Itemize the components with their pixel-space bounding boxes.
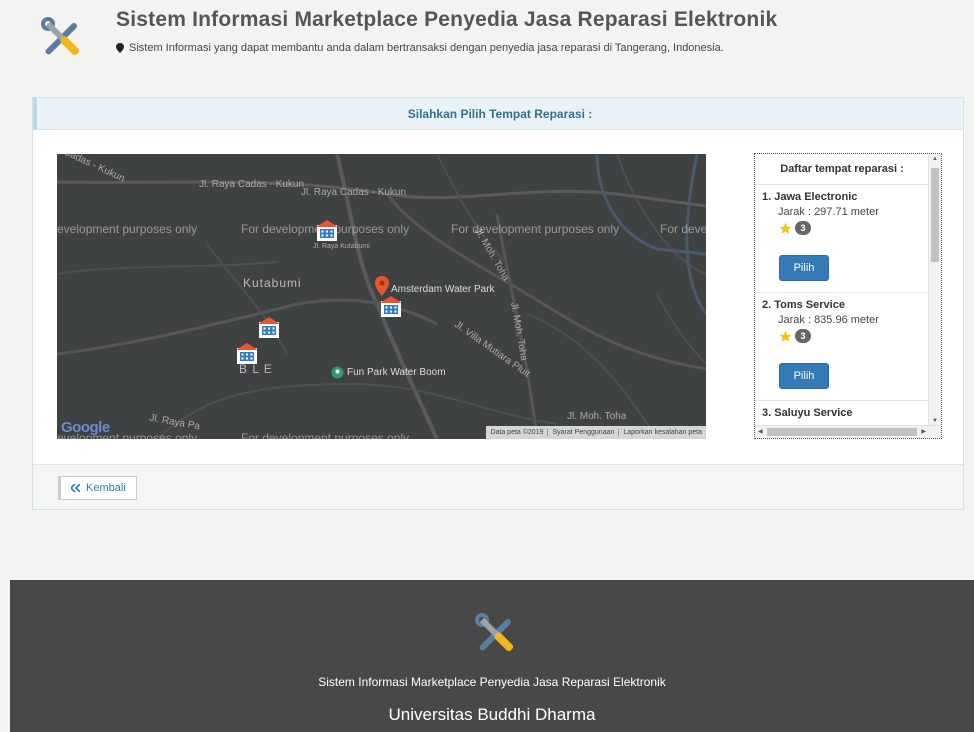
list-vertical-scrollbar[interactable]: ▲ ▼ xyxy=(928,154,941,426)
map-marker-icon xyxy=(116,43,124,53)
rating-badge: 3 xyxy=(795,221,811,235)
shop-name: 1. Jawa Electronic xyxy=(762,191,858,203)
shop-rating: 3 xyxy=(779,329,929,343)
repair-shop-marker-icon[interactable] xyxy=(316,220,338,242)
site-title: Sistem Informasi Marketplace Penyedia Ja… xyxy=(116,8,778,31)
panel-heading: Silahkan Pilih Tempat Reparasi : xyxy=(33,98,963,130)
footer-title: Sistem Informasi Marketplace Penyedia Ja… xyxy=(318,675,666,689)
repair-shop-marker-icon[interactable] xyxy=(380,296,402,318)
list-heading: Daftar tempat reparasi : xyxy=(755,154,929,185)
repair-shop-marker-icon[interactable] xyxy=(258,317,280,339)
map-report-link[interactable]: Laporkan kesalahan peta xyxy=(618,429,706,436)
map-view[interactable]: Cadas - Kukun Jl. Raya Cadas - Kukun Jl.… xyxy=(57,154,706,439)
scroll-right-arrow-icon[interactable]: ▶ xyxy=(921,428,926,435)
list-item: 1. Jawa Electronic Jarak : 297.71 meter … xyxy=(755,185,929,293)
scroll-left-arrow-icon[interactable]: ◀ xyxy=(758,428,763,435)
scrollbar-thumb[interactable] xyxy=(931,168,939,262)
select-shop-button[interactable]: Pilih xyxy=(779,255,829,281)
subtitle-text: Sistem Informasi yang dapat membantu and… xyxy=(129,42,724,54)
map-label: Jl. Raya Cadas - Kukun xyxy=(301,187,407,198)
tools-logo-icon xyxy=(475,613,514,652)
shop-name: 3. Saluyu Service xyxy=(762,407,853,419)
shop-rating: 3 xyxy=(779,221,929,235)
tools-logo-icon xyxy=(41,17,80,56)
list-horizontal-scrollbar[interactable]: ◀ ▶ xyxy=(755,425,941,438)
map-watermark: For development purposes only xyxy=(241,431,410,439)
panel-footer: Kembali xyxy=(33,464,963,509)
map-data-credit: Data peta ©2019 xyxy=(490,429,544,436)
map-terms-link[interactable]: Syarat Penggunaan xyxy=(547,429,618,436)
place-label-funpark: Fun Park Water Boom xyxy=(347,367,446,378)
map-label: Jl. Raya Kutabumi xyxy=(313,243,370,250)
map-attribution: Data peta ©2019 Syarat Penggunaan Lapork… xyxy=(486,426,706,439)
map-watermark: evelopment purposes only xyxy=(57,222,198,236)
place-label-amsterdam: Amsterdam Water Park xyxy=(391,284,495,295)
map-label: Jl. Moh. Toha xyxy=(567,411,627,422)
selected-location-pin-icon[interactable] xyxy=(375,276,389,296)
repair-shop-marker-icon[interactable] xyxy=(236,343,258,365)
place-pin-icon xyxy=(331,366,344,379)
scroll-up-arrow-icon[interactable]: ▲ xyxy=(932,156,938,162)
repair-selection-panel: Silahkan Pilih Tempat Reparasi : Cadas -… xyxy=(32,97,964,510)
page-header: Sistem Informasi Marketplace Penyedia Ja… xyxy=(0,0,974,90)
town-label-kutabumi: Kutabumi xyxy=(243,276,302,290)
rating-badge: 3 xyxy=(795,329,811,343)
site-subtitle: Sistem Informasi yang dapat membantu and… xyxy=(116,42,724,54)
select-shop-button[interactable]: Pilih xyxy=(779,363,829,389)
footer-university: Universitas Buddhi Dharma xyxy=(388,705,596,724)
star-icon xyxy=(779,222,792,234)
back-label: Kembali xyxy=(86,482,126,494)
list-item: 2. Toms Service Jarak : 835.96 meter 3 P… xyxy=(755,293,929,401)
map-watermark: For development purposes only xyxy=(451,222,620,236)
page-footer: Sistem Informasi Marketplace Penyedia Ja… xyxy=(10,580,974,732)
map-label: Jl. Raya Cadas - Kukun xyxy=(199,179,305,190)
map-watermark: For deve xyxy=(660,222,706,236)
back-button[interactable]: Kembali xyxy=(58,476,137,500)
shop-name: 2. Toms Service xyxy=(762,299,845,311)
scrollbar-thumb[interactable] xyxy=(767,428,917,436)
scroll-down-arrow-icon[interactable]: ▼ xyxy=(932,418,938,424)
shop-distance: Jarak : 297.71 meter xyxy=(778,206,879,218)
shop-distance: Jarak : 835.96 meter xyxy=(778,314,879,326)
repair-place-list[interactable]: Daftar tempat reparasi : 1. Jawa Electro… xyxy=(754,153,942,439)
google-logo: Google xyxy=(61,419,110,436)
double-chevron-left-icon xyxy=(71,484,80,492)
star-icon xyxy=(779,330,792,342)
